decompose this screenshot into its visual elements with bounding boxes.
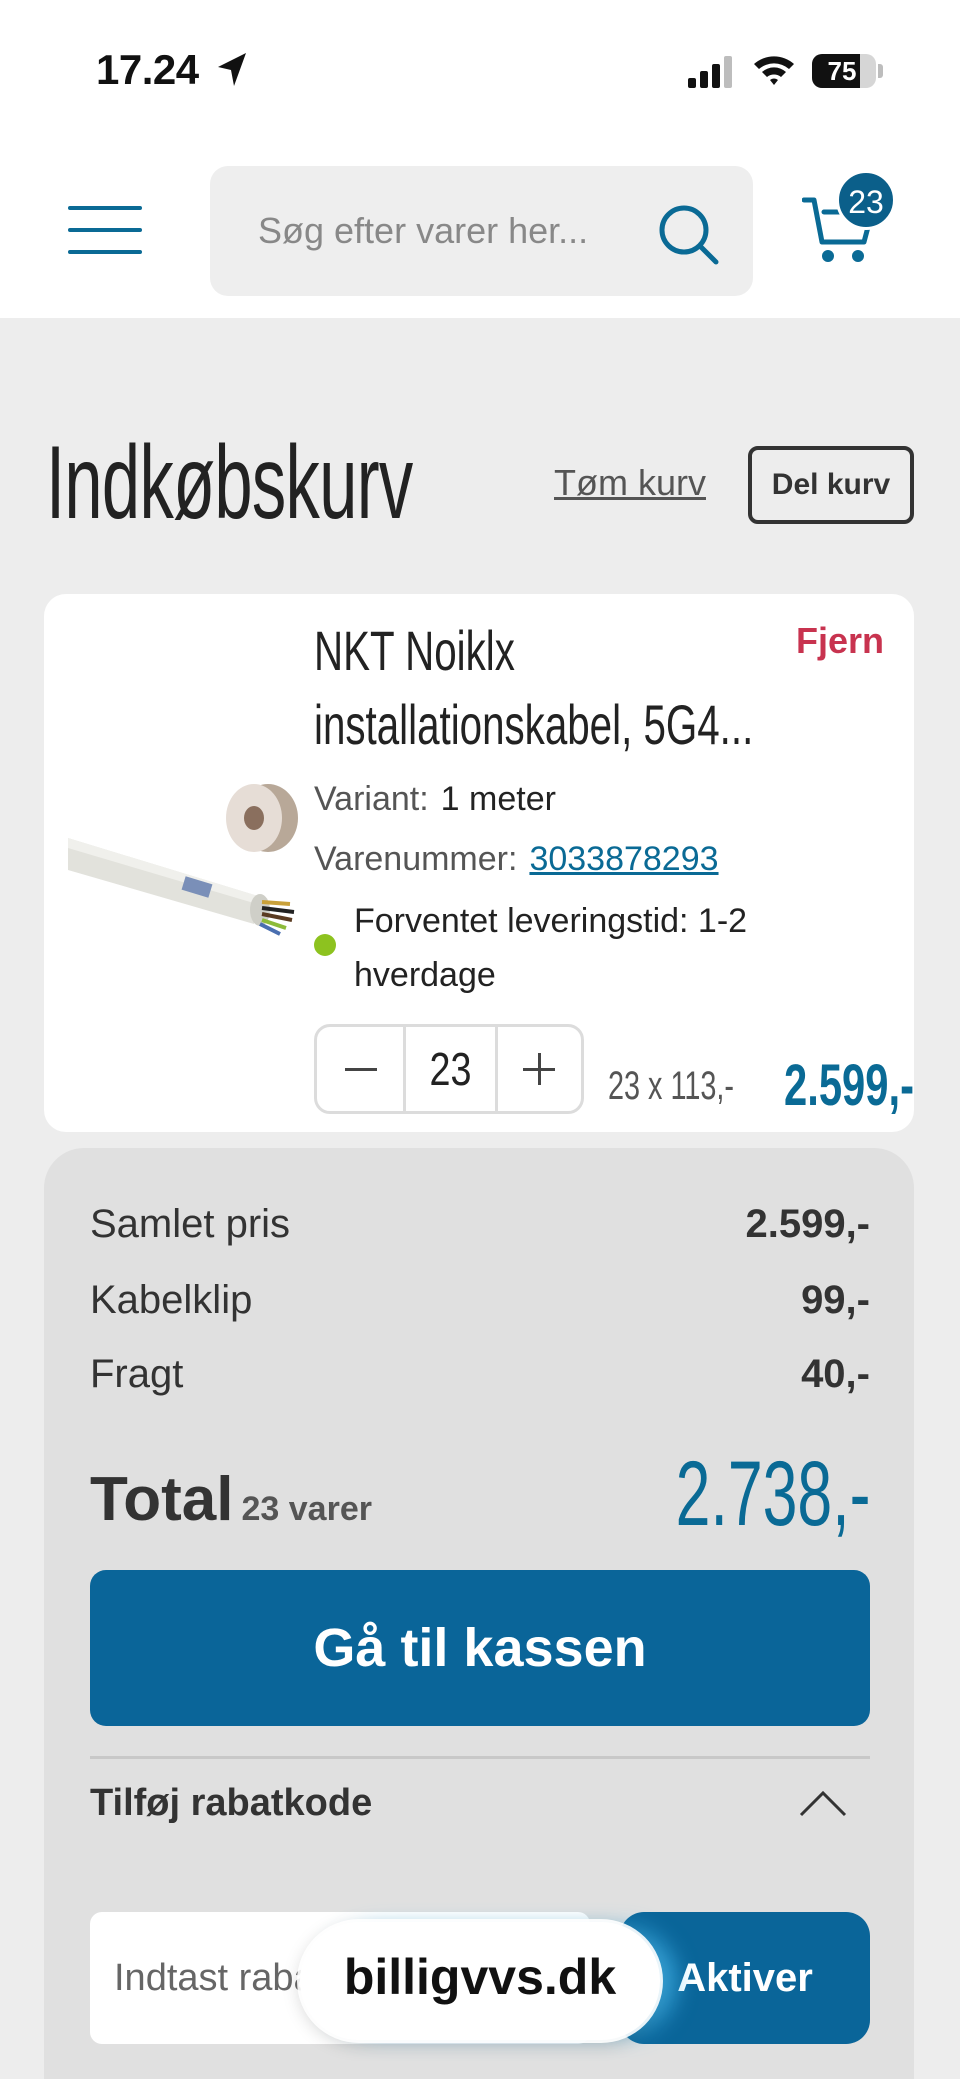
search-box (210, 166, 753, 296)
checkout-button[interactable]: Gå til kassen (90, 1570, 870, 1726)
battery-percent: 75 (827, 56, 857, 86)
remove-item-link[interactable]: Fjern (796, 620, 884, 662)
decrease-quantity-button[interactable] (317, 1027, 403, 1111)
cart-button[interactable]: 23 (796, 170, 896, 280)
total-label: Total (90, 1465, 234, 1534)
quantity-input[interactable] (414, 1027, 487, 1111)
sku-link[interactable]: 3033878293 (529, 840, 718, 878)
increase-quantity-button[interactable] (495, 1027, 581, 1111)
status-bar: 17.24 75 (0, 0, 960, 140)
empty-cart-link[interactable]: Tøm kurv (554, 462, 706, 504)
search-input[interactable] (258, 204, 618, 258)
hamburger-menu-icon[interactable] (68, 206, 142, 254)
delivery-status-dot (314, 934, 336, 956)
summary-value: 2.599,- (745, 1202, 870, 1246)
browser-domain: billigvvs.dk (343, 1949, 617, 2005)
variant-label: Variant: (314, 780, 429, 818)
delivery-estimate: Forventet leveringstid: 1-2 hverdage (354, 902, 748, 994)
summary-value: 99,- (801, 1278, 870, 1322)
summary-value: 40,- (801, 1352, 870, 1396)
total-label-group: Total 23 varer (90, 1464, 372, 1535)
browser-address-pill[interactable]: billigvvs.dk (300, 1922, 660, 2040)
summary-row-cable-clips: Kabelklip 99,- (90, 1278, 870, 1334)
status-time: 17.24 (96, 46, 199, 93)
sku-label: Varenummer: (314, 840, 518, 878)
cart-item-card: NKT Noiklx installationskabel, 5G4... Fj… (44, 594, 914, 1132)
chevron-up-icon (799, 1790, 847, 1817)
page-title: Indkøbskurv (46, 425, 413, 541)
line-total: 2.599,- (784, 1053, 915, 1118)
total-value: 2.738,- (675, 1443, 870, 1545)
summary-label: Kabelklip (90, 1278, 253, 1322)
product-image (68, 784, 298, 936)
share-cart-button[interactable]: Del kurv (748, 446, 914, 524)
cart-count-badge: 23 (836, 170, 896, 230)
cable-spool (226, 784, 298, 852)
product-name[interactable]: NKT Noiklx installationskabel, 5G4... (314, 614, 775, 762)
battery-icon: 75 (812, 54, 876, 88)
quantity-stepper (314, 1024, 584, 1114)
summary-label: Fragt (90, 1352, 184, 1396)
location-arrow-icon (218, 53, 246, 86)
unit-price: 23 x 113,- (608, 1064, 734, 1108)
variant-row: Variant: 1 meter (314, 780, 556, 819)
wifi-icon (754, 56, 794, 85)
search-icon[interactable] (658, 204, 720, 266)
summary-row-subtotal: Samlet pris 2.599,- (90, 1202, 870, 1258)
stepper-divider (403, 1027, 406, 1111)
summary-row-shipping: Fragt 40,- (90, 1352, 870, 1408)
sku-row: Varenummer: 3033878293 (314, 840, 719, 879)
variant-value: 1 meter (440, 780, 556, 818)
total-item-count: 23 varer (241, 1490, 372, 1528)
cellular-signal-icon (688, 56, 732, 88)
summary-label: Samlet pris (90, 1202, 291, 1246)
discount-title: Tilføj rabatkode (90, 1782, 373, 1824)
site-header: 23 (0, 140, 960, 318)
discount-code-toggle[interactable]: Tilføj rabatkode (90, 1758, 870, 1854)
battery-tip (878, 64, 883, 78)
